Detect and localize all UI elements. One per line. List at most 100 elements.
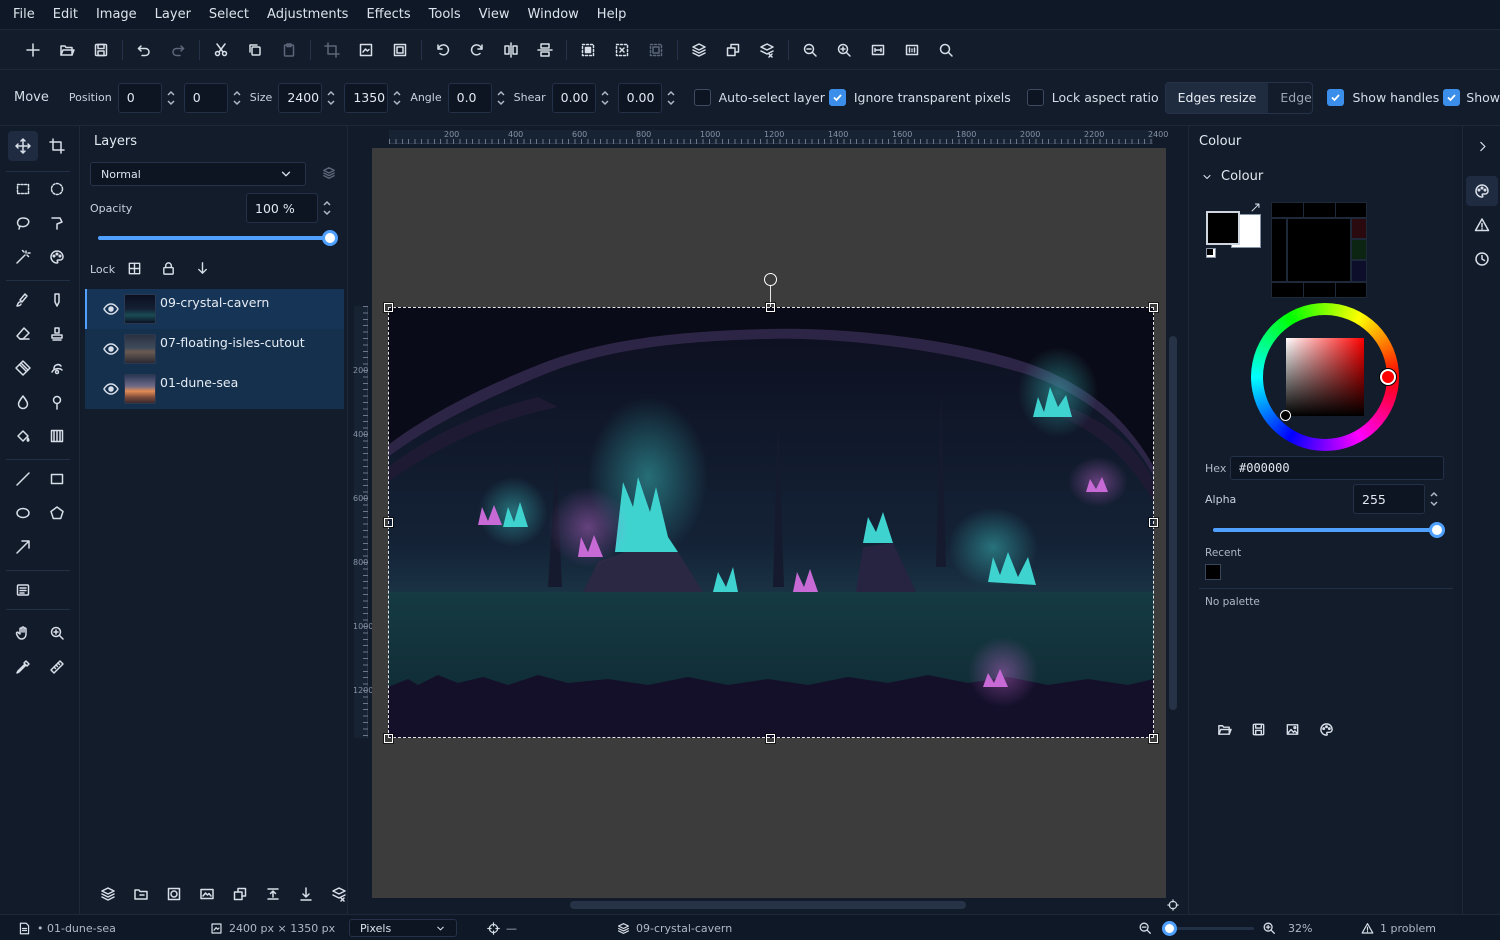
move-tool[interactable] (8, 131, 38, 161)
angle-stepper[interactable]: 0.0 (447, 82, 508, 113)
clone-stamp-tool[interactable] (42, 319, 72, 349)
horizontal-scrollbar[interactable] (570, 901, 966, 909)
colour-panel-tab[interactable] (1466, 176, 1498, 206)
problems-panel-tab[interactable] (1466, 210, 1498, 240)
color-select-tool[interactable] (42, 242, 72, 272)
resize-handle-left[interactable] (384, 518, 393, 527)
zoom-slider-handle[interactable] (1162, 921, 1177, 936)
ellipse-tool[interactable] (8, 498, 38, 528)
smudge-tool[interactable] (42, 353, 72, 383)
opacity-stepper[interactable]: 100 % (246, 193, 334, 223)
status-problems[interactable]: 1 problem (1361, 915, 1436, 940)
sv-handle[interactable] (1280, 410, 1291, 421)
brush-tool[interactable] (8, 285, 38, 315)
opacity-arrows[interactable] (320, 198, 334, 218)
reset-colors-icon[interactable] (1206, 248, 1216, 258)
resize-image-button[interactable] (349, 33, 383, 67)
rotate-right-button[interactable] (460, 33, 494, 67)
show-more-check-box[interactable] (1443, 89, 1461, 106)
width-input[interactable]: 2400 (278, 82, 323, 113)
resize-handle-top-right[interactable] (1149, 303, 1158, 312)
hex-input[interactable]: #000000 (1230, 456, 1444, 480)
invert-selection-button[interactable] (639, 33, 673, 67)
layer-stack-icon[interactable] (322, 166, 336, 180)
redo-button[interactable] (161, 33, 195, 67)
save-icon[interactable] (1251, 722, 1266, 737)
shear-y-input[interactable]: 0.00 (617, 82, 662, 113)
layers-add-icon[interactable] (100, 886, 116, 902)
shear-x-input[interactable]: 0.00 (551, 82, 596, 113)
recent-swatch-grid[interactable] (1271, 202, 1367, 298)
edges-resize-button[interactable]: Edges resize (1165, 82, 1269, 113)
canvas-image[interactable] (388, 307, 1154, 738)
opacity-slider[interactable] (98, 230, 338, 246)
menu-adjustments[interactable]: Adjustments (258, 0, 357, 30)
saturation-value-square[interactable] (1286, 338, 1364, 416)
rect-select-tool[interactable] (8, 174, 38, 204)
palette-icon[interactable] (1319, 722, 1334, 737)
fit-width-button[interactable] (861, 33, 895, 67)
search-button[interactable] (929, 33, 963, 67)
layer-row-floating-isles[interactable]: 07-floating-isles-cutout (85, 329, 344, 369)
lock-icon[interactable] (161, 261, 176, 276)
gradient-tool[interactable] (42, 421, 72, 451)
select-all-button[interactable] (571, 33, 605, 67)
menu-view[interactable]: View (470, 0, 519, 30)
resize-handle-bottom-right[interactable] (1149, 734, 1158, 743)
image-icon[interactable] (1285, 722, 1300, 737)
position-y-arrows[interactable] (230, 88, 244, 108)
arrow-tool[interactable] (8, 532, 38, 562)
layer-row-crystal-cavern[interactable]: 09-crystal-cavern (85, 289, 344, 329)
delete-layer-icon[interactable] (331, 886, 347, 902)
resize-handle-top[interactable] (766, 303, 775, 312)
lock-aspect-checkbox[interactable]: Lock aspect ratio (1026, 89, 1159, 106)
copy-button[interactable] (238, 33, 272, 67)
rectangle-tool[interactable] (42, 464, 72, 494)
eyedropper-tool[interactable] (8, 652, 38, 682)
menu-select[interactable]: Select (200, 0, 258, 30)
lasso-tool[interactable] (8, 208, 38, 238)
opacity-slider-handle[interactable] (322, 230, 338, 246)
line-tool[interactable] (8, 464, 38, 494)
shear-x-stepper[interactable]: 0.00 (551, 82, 612, 113)
layer-mask-icon[interactable] (166, 886, 182, 902)
flip-horizontal-button[interactable] (494, 33, 528, 67)
zoom-out-icon[interactable] (1138, 921, 1152, 935)
arrow-down-icon[interactable] (195, 261, 210, 276)
cut-button[interactable] (204, 33, 238, 67)
rotate-left-button[interactable] (426, 33, 460, 67)
add-layer-button[interactable] (682, 33, 716, 67)
pan-tool[interactable] (8, 618, 38, 648)
eye-icon[interactable] (103, 301, 119, 317)
show-handles-check-box[interactable] (1327, 89, 1345, 106)
flip-vertical-button[interactable] (528, 33, 562, 67)
paste-button[interactable] (272, 33, 306, 67)
menu-file[interactable]: File (4, 0, 44, 30)
duplicate-layer-icon[interactable] (232, 886, 248, 902)
swap-colors-icon[interactable] (1250, 202, 1261, 213)
resize-handle-top-left[interactable] (384, 303, 393, 312)
merge-down-icon[interactable] (298, 886, 314, 902)
crop-tool[interactable] (42, 131, 72, 161)
height-arrows[interactable] (390, 88, 404, 108)
eye-icon[interactable] (103, 381, 119, 397)
ignore-transparent-check-box[interactable] (828, 89, 846, 106)
menu-tools[interactable]: Tools (420, 0, 470, 30)
vertical-scrollbar[interactable] (1169, 336, 1177, 710)
menu-help[interactable]: Help (588, 0, 636, 30)
bucket-fill-tool[interactable] (8, 421, 38, 451)
height-stepper[interactable]: 1350 (344, 82, 404, 113)
layer-row-dune-sea[interactable]: 01-dune-sea (85, 369, 344, 409)
history-panel-tab[interactable] (1466, 244, 1498, 274)
resize-handle-bottom-left[interactable] (384, 734, 393, 743)
units-dropdown[interactable]: Pixels (349, 919, 457, 937)
menu-effects[interactable]: Effects (357, 0, 419, 30)
menu-edit[interactable]: Edit (44, 0, 87, 30)
crop-button[interactable] (315, 33, 349, 67)
polygon-lasso-tool[interactable] (42, 208, 72, 238)
resize-handle-bottom[interactable] (766, 734, 775, 743)
menu-image[interactable]: Image (87, 0, 146, 30)
fill-pattern-tool[interactable] (8, 353, 38, 383)
delete-layer-button[interactable] (750, 33, 784, 67)
duplicate-layer-button[interactable] (716, 33, 750, 67)
